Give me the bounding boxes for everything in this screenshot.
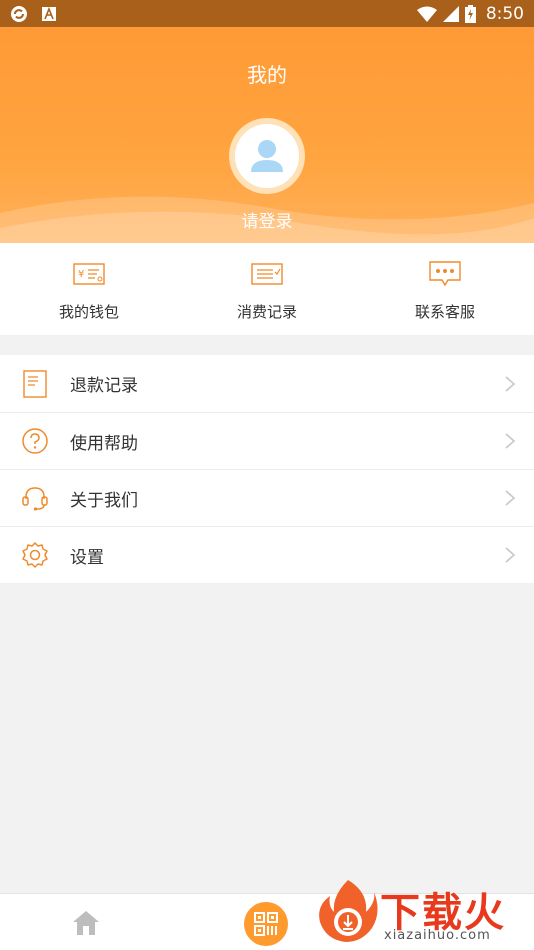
- qr-scan-button[interactable]: [244, 902, 288, 946]
- document-icon: [21, 369, 49, 398]
- receipt-icon: [251, 261, 283, 287]
- chevron-right-icon: [505, 490, 516, 506]
- consumption-record-label: 消费记录: [236, 303, 297, 321]
- wallet-icon: ¥: [73, 261, 105, 287]
- menu-item-settings[interactable]: 设置: [0, 526, 534, 583]
- flame-logo-icon: [319, 880, 378, 942]
- watermark: 下载火 xiazaihuo.com: [314, 878, 534, 950]
- menu-item-label: 设置: [70, 547, 104, 568]
- watermark-url: xiazaihuo.com: [384, 928, 491, 943]
- menu-list: 退款记录 使用帮助 关于我们 设置: [0, 355, 534, 583]
- menu-item-label: 关于我们: [70, 490, 138, 511]
- chat-icon: [429, 261, 461, 287]
- login-link[interactable]: 请登录: [0, 207, 534, 232]
- wallet-label: 我的钱包: [58, 303, 119, 321]
- wallet-button[interactable]: ¥ 我的钱包: [0, 243, 178, 335]
- quick-actions: ¥ 我的钱包 消费记录 联系客服: [0, 243, 534, 335]
- battery-charging-icon: [464, 4, 476, 23]
- svg-text:¥: ¥: [78, 269, 84, 280]
- consumption-record-button[interactable]: 消费记录: [178, 243, 356, 335]
- customer-service-button[interactable]: 联系客服: [356, 243, 534, 335]
- chevron-right-icon: [505, 433, 516, 449]
- wifi-icon: [416, 6, 437, 22]
- a-icon: [42, 6, 56, 21]
- menu-item-label: 退款记录: [70, 376, 138, 396]
- user-icon: [251, 140, 283, 172]
- signal-icon: [442, 5, 459, 22]
- headset-icon: [21, 484, 49, 512]
- customer-service-label: 联系客服: [414, 303, 475, 321]
- avatar[interactable]: [229, 118, 305, 194]
- qr-scan-icon: [254, 912, 278, 936]
- chevron-right-icon: [505, 547, 516, 563]
- profile-header: 我的 请登录: [0, 27, 534, 243]
- page-title: 我的: [247, 63, 287, 87]
- menu-item-help[interactable]: 使用帮助: [0, 412, 534, 469]
- menu-item-about-us[interactable]: 关于我们: [0, 469, 534, 526]
- help-icon: [21, 427, 49, 455]
- menu-item-label: 使用帮助: [70, 433, 138, 454]
- menu-item-refund-records[interactable]: 退款记录: [0, 355, 534, 412]
- sync-icon: [10, 5, 28, 23]
- home-icon[interactable]: [72, 910, 100, 936]
- chevron-right-icon: [505, 375, 516, 392]
- gear-icon: [21, 541, 49, 569]
- status-bar: 8:50: [0, 0, 534, 27]
- clock: 8:50: [485, 3, 524, 24]
